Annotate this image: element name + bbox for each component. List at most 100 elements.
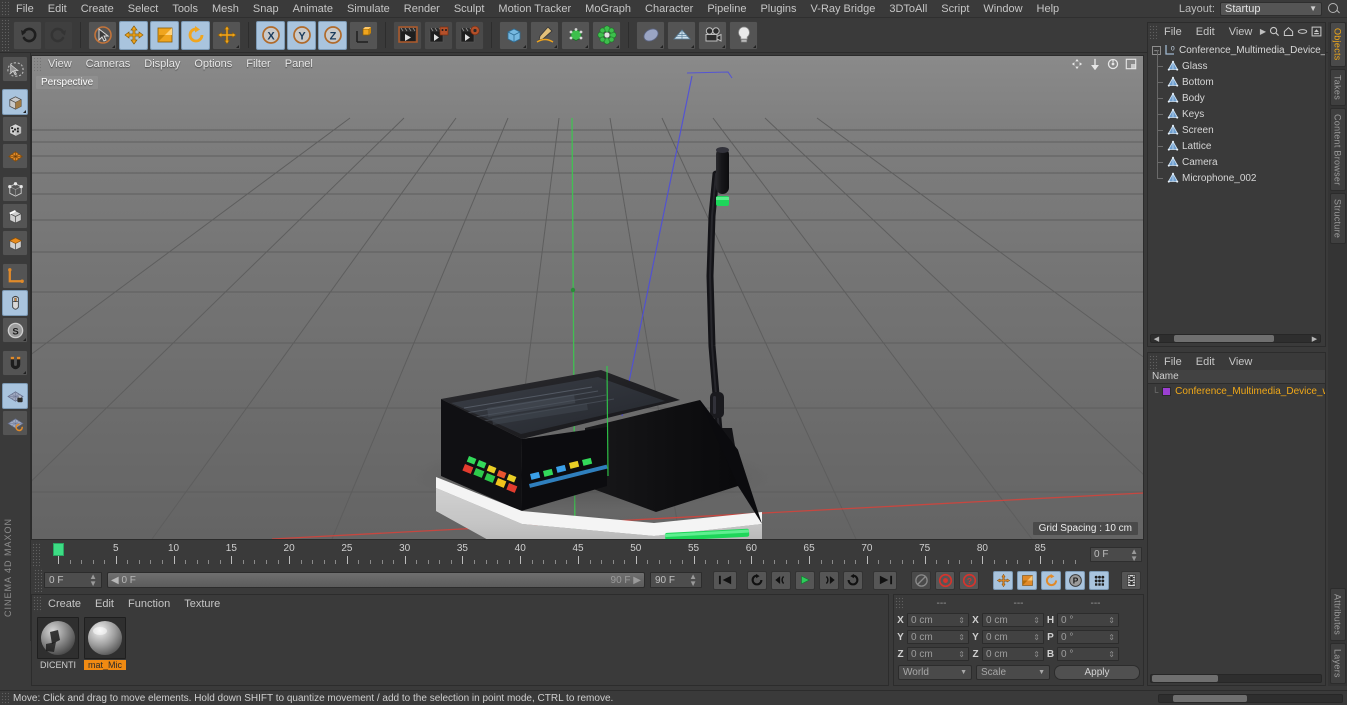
spinner-icon[interactable]: ⇕ [958,616,965,625]
spinner-icon[interactable]: ⇕ [958,633,965,642]
spline-pen-button[interactable] [530,20,559,50]
material-item[interactable]: DICENTI [37,617,79,670]
material-name[interactable]: DICENTI [37,660,79,670]
preview-range-bar[interactable]: ◀ 0 F 90 F ▶ [107,572,645,588]
size-y-field[interactable]: 0 cm ⇕ [982,630,1044,644]
timeline-toggle-button[interactable] [1121,570,1141,590]
timeline-gripper[interactable] [31,542,40,568]
play-button[interactable] [795,570,815,590]
layout-select[interactable]: Startup ▼ [1220,1,1322,16]
apply-button[interactable]: Apply [1054,665,1140,680]
position-y-field[interactable]: 0 cm ⇕ [907,630,969,644]
menu-script[interactable]: Script [934,0,976,18]
menu-plugins[interactable]: Plugins [753,0,803,18]
material-menu-edit[interactable]: Edit [88,595,121,613]
search-icon[interactable] [1327,2,1341,16]
spinner-icon[interactable]: ⇕ [1108,650,1115,659]
statusbar-gripper[interactable] [0,691,9,705]
material-gripper[interactable] [32,595,41,612]
axis-mode-button[interactable] [2,263,28,289]
viewport-solo-button[interactable] [2,290,28,316]
menubar-gripper[interactable] [0,0,9,17]
object-row[interactable]: Body [1150,82,1325,106]
spinner-icon[interactable]: ⇕ [1108,616,1115,625]
timeline-playhead[interactable] [53,543,64,556]
menu-v-ray-bridge[interactable]: V-Ray Bridge [804,0,883,18]
coordinates-gripper[interactable] [894,596,903,610]
layer-manager-hscrollbar[interactable] [1150,674,1322,683]
menu-edit[interactable]: Edit [41,0,74,18]
model-mode-button[interactable] [2,89,28,115]
polygons-mode-button[interactable] [2,230,28,256]
rotation-key-button[interactable] [1041,570,1061,590]
menu-render[interactable]: Render [397,0,447,18]
x-axis-lock-button[interactable]: X [256,20,285,50]
spinner-icon[interactable]: ⇕ [1033,633,1040,642]
fit-icon[interactable] [1311,26,1322,37]
home-icon[interactable] [1283,26,1294,37]
floor-sky-button[interactable] [667,20,696,50]
spinner-icon[interactable]: ⇕ [1108,633,1115,642]
pla-key-button[interactable] [1089,570,1109,590]
magnet-button[interactable] [2,350,28,376]
step-back-button[interactable] [771,570,791,590]
record-active-objects-button[interactable] [911,570,931,590]
live-selection-button[interactable] [88,20,117,50]
edges-mode-button[interactable] [2,203,28,229]
menu-mograph[interactable]: MoGraph [578,0,638,18]
menu-create[interactable]: Create [74,0,121,18]
menu-tools[interactable]: Tools [165,0,205,18]
menu-file[interactable]: File [9,0,41,18]
object-row[interactable]: Bottom [1150,66,1325,90]
viewport-menu-cameras[interactable]: Cameras [79,57,138,72]
vertical-tab-content-browser[interactable]: Content Browser [1329,107,1346,192]
search-icon[interactable] [1269,26,1280,37]
scroll-thumb[interactable] [1152,675,1218,682]
generators-button[interactable] [561,20,590,50]
z-axis-lock-button[interactable]: Z [318,20,347,50]
object-row[interactable]: Glass [1150,50,1325,74]
object-row[interactable]: Keys [1150,98,1325,122]
timeline-ruler[interactable]: 051015202530354045505560657075808590 [40,542,1086,568]
object-manager-gripper[interactable] [1148,24,1157,39]
viewport-menu-options[interactable]: Options [187,57,239,72]
menu-3dtoall[interactable]: 3DToAll [882,0,934,18]
camera-button[interactable] [698,20,727,50]
statusbar-scrollbar[interactable] [1158,694,1343,703]
layer-menu-view[interactable]: View [1222,353,1260,371]
menu-select[interactable]: Select [121,0,166,18]
scale-key-button[interactable] [1017,570,1037,590]
texture-mode-button[interactable] [2,116,28,142]
object-row[interactable]: Camera [1150,146,1325,170]
vertical-tab-attributes[interactable]: Attributes [1329,588,1346,642]
size-mode-select[interactable]: Scale ▼ [976,665,1050,680]
play-arrow-icon[interactable]: ▶ [1260,27,1266,36]
menu-pipeline[interactable]: Pipeline [700,0,753,18]
object-row[interactable]: Screen [1150,114,1325,138]
move-tool-button[interactable] [119,20,148,50]
spinner-icon[interactable]: ▲ ▼ [89,573,97,588]
material-item[interactable]: mat_Mic [84,617,126,670]
spinner-icon[interactable]: ⇕ [958,650,965,659]
rotation-p-field[interactable]: 0 ° ⇕ [1057,630,1119,644]
position-key-button[interactable] [993,570,1013,590]
spinner-icon[interactable]: ⇕ [1033,650,1040,659]
object-row-root[interactable]: –0 Conference_Multimedia_Device_wit [1150,42,1325,58]
light-button[interactable] [729,20,758,50]
step-forward-button[interactable] [819,570,839,590]
viewport-menu-panel[interactable]: Panel [278,57,320,72]
object-row[interactable]: Lattice [1150,130,1325,154]
material-sphere-metal-icon[interactable] [84,617,126,659]
menu-window[interactable]: Window [976,0,1029,18]
timeline-frame-field[interactable]: 0 F ▲ ▼ [1090,547,1142,562]
spinner-icon[interactable]: ▲ ▼ [689,573,697,588]
menu-snap[interactable]: Snap [246,0,286,18]
render-view-button[interactable] [393,20,422,50]
go-to-start-button[interactable] [713,570,737,590]
rotate-tool-button[interactable] [181,20,210,50]
menu-sculpt[interactable]: Sculpt [447,0,492,18]
material-sphere-dark-icon[interactable] [37,617,79,659]
next-key-button[interactable] [843,570,863,590]
multi-tool-button[interactable] [212,20,241,50]
dolly-icon[interactable] [1089,58,1101,70]
